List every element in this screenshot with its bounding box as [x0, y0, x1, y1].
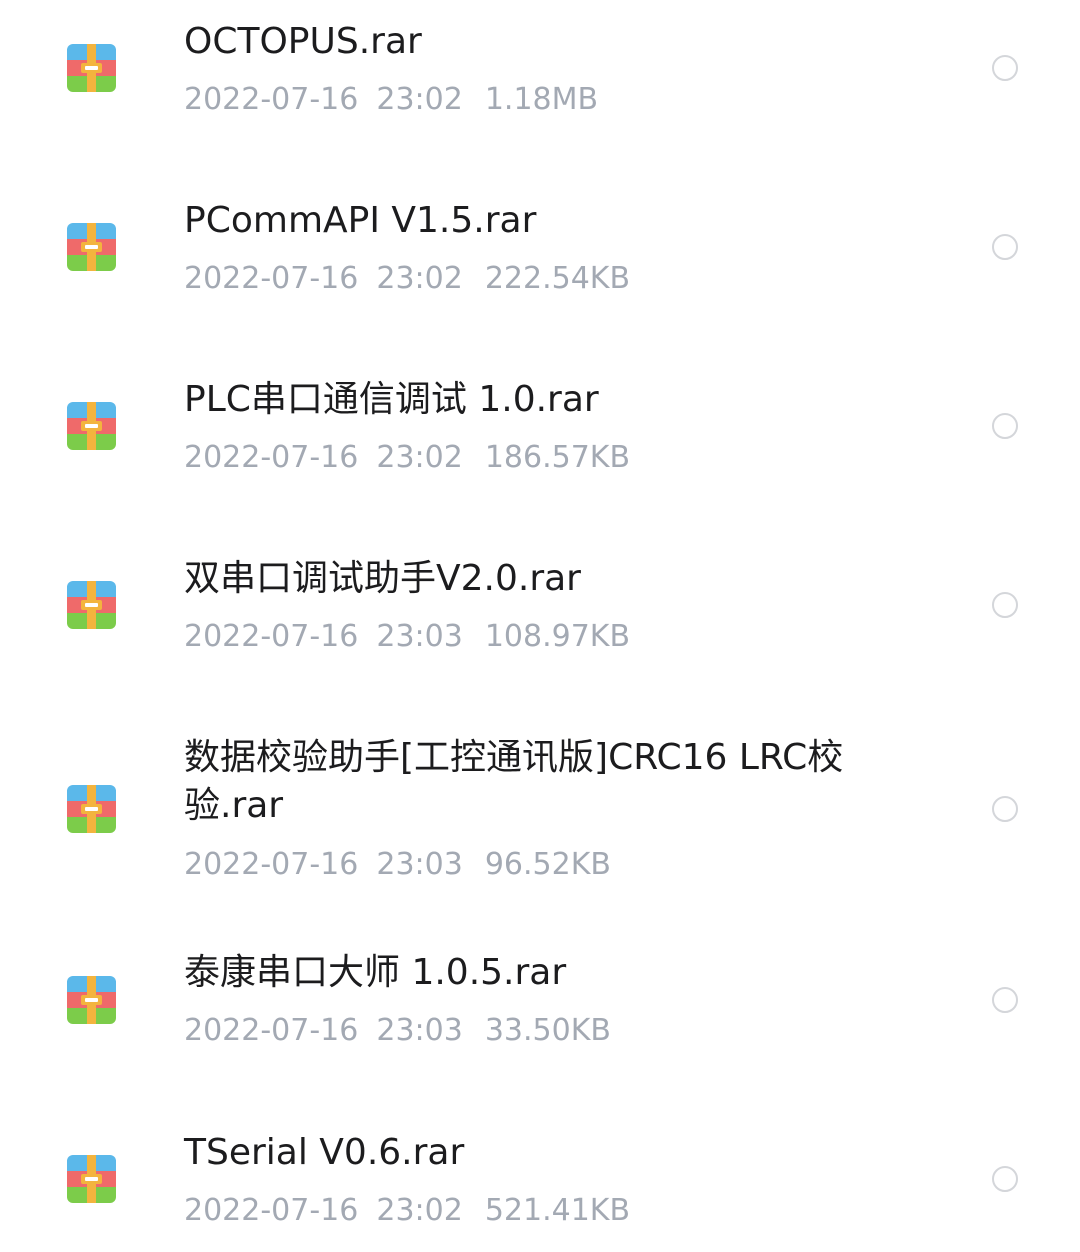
- file-date: 2022-07-16: [184, 1013, 359, 1048]
- file-meta: 2022-07-16 23:02 186.57KB: [184, 438, 630, 478]
- select-radio[interactable]: [992, 796, 1018, 822]
- file-name: PCommAPI V1.5.rar: [184, 200, 537, 241]
- rar-archive-icon: [67, 402, 116, 450]
- file-time: 23:02: [376, 1193, 463, 1228]
- rar-archive-icon: [67, 785, 116, 833]
- file-name: TSerial V0.6.rar: [184, 1132, 465, 1173]
- file-name: 数据校验助手[工控通讯版]CRC16 LRC校验.rar: [184, 737, 844, 826]
- file-time: 23:02: [376, 261, 463, 296]
- file-date: 2022-07-16: [184, 261, 359, 296]
- select-radio[interactable]: [992, 987, 1018, 1013]
- file-time: 23:02: [376, 82, 463, 117]
- file-date: 2022-07-16: [184, 440, 359, 475]
- file-name: OCTOPUS.rar: [184, 21, 422, 62]
- rar-archive-icon: [67, 223, 116, 271]
- select-radio[interactable]: [992, 413, 1018, 439]
- file-name: 泰康串口大师 1.0.5.rar: [184, 952, 567, 993]
- file-list: OCTOPUS.rar 2022-07-16 23:02 1.18MB PCommA…: [0, 0, 1080, 1252]
- rar-archive-icon: [67, 44, 116, 92]
- file-meta: 2022-07-16 23:02 222.54KB: [184, 259, 630, 299]
- file-date: 2022-07-16: [184, 619, 359, 654]
- rar-archive-icon: [67, 1155, 116, 1203]
- file-meta: 2022-07-16 23:03 108.97KB: [184, 617, 630, 657]
- file-meta: 2022-07-16 23:03 96.52KB: [184, 845, 611, 885]
- rar-archive-icon: [67, 581, 116, 629]
- file-name: PLC串口通信调试 1.0.rar: [184, 379, 599, 420]
- file-size: 222.54KB: [484, 261, 631, 296]
- file-time: 23:02: [376, 440, 463, 475]
- file-time: 23:03: [376, 619, 463, 654]
- select-radio[interactable]: [992, 55, 1018, 81]
- file-meta: 2022-07-16 23:02 1.18MB: [184, 80, 598, 120]
- file-size: 33.50KB: [484, 1013, 611, 1048]
- file-date: 2022-07-16: [184, 82, 359, 117]
- file-date: 2022-07-16: [184, 1193, 359, 1228]
- rar-archive-icon: [67, 976, 116, 1024]
- select-radio[interactable]: [992, 1166, 1018, 1192]
- file-name: 双串口调试助手V2.0.rar: [184, 558, 581, 599]
- file-size: 186.57KB: [484, 440, 631, 475]
- file-date: 2022-07-16: [184, 847, 359, 882]
- select-radio[interactable]: [992, 592, 1018, 618]
- file-size: 96.52KB: [484, 847, 611, 882]
- file-meta: 2022-07-16 23:03 33.50KB: [184, 1011, 611, 1051]
- file-meta: 2022-07-16 23:02 521.41KB: [184, 1191, 630, 1231]
- file-size: 108.97KB: [484, 619, 631, 654]
- file-size: 1.18MB: [484, 82, 599, 117]
- file-time: 23:03: [376, 1013, 463, 1048]
- select-radio[interactable]: [992, 234, 1018, 260]
- file-time: 23:03: [376, 847, 463, 882]
- file-size: 521.41KB: [484, 1193, 631, 1228]
